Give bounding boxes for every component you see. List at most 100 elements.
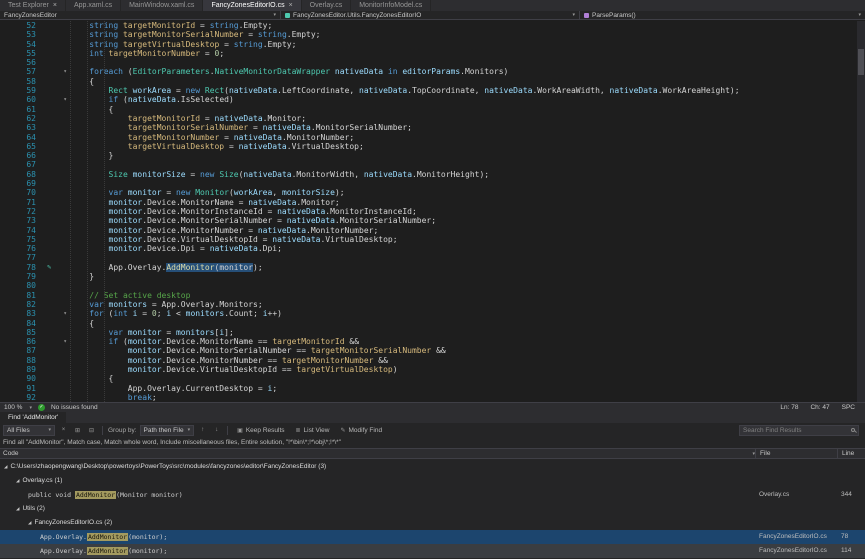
line-number[interactable]: 73	[0, 216, 44, 225]
code-line[interactable]: 63 targetMonitorSerialNumber = nativeDat…	[0, 123, 865, 132]
line-number[interactable]: 77	[0, 253, 44, 262]
code-line[interactable]: 83▾ for (int i = 0; i < monitors.Count; …	[0, 309, 865, 318]
line-number[interactable]: 59	[0, 86, 44, 95]
code-line[interactable]: 68 Size monitorSize = new Size(nativeDat…	[0, 170, 865, 179]
tab-fancyzoneseditorio-cs[interactable]: FancyZonesEditorIO.cs×	[203, 0, 301, 11]
code-line[interactable]: 81 // Set active desktop	[0, 291, 865, 300]
fold-chevron-icon[interactable]: ▾	[63, 67, 67, 76]
code-line[interactable]: 76 monitor.Device.Dpi = nativeData.Dpi;	[0, 244, 865, 253]
line-number[interactable]: 81	[0, 291, 44, 300]
code-line[interactable]: 84 {	[0, 319, 865, 328]
breadcrumb-member-dropdown[interactable]: ParseParams() ▾	[580, 11, 865, 19]
collapse-all-button[interactable]: ⊟	[86, 425, 97, 436]
line-number[interactable]: 69	[0, 179, 44, 188]
group-by-dropdown[interactable]: Path then File ▾	[140, 425, 195, 436]
editor-scrollbar[interactable]	[857, 21, 865, 402]
code-line[interactable]: 65 targetVirtualDesktop = nativeData.Vir…	[0, 142, 865, 151]
code-line[interactable]: 86▾ if (monitor.Device.MonitorName == ta…	[0, 337, 865, 346]
tab-app-xaml-cs[interactable]: App.xaml.cs	[66, 0, 121, 11]
line-number[interactable]: 87	[0, 346, 44, 355]
file-column-header[interactable]: File	[755, 449, 837, 458]
find-result-row[interactable]: App.Overlay.AddMonitor(monitor);FancyZon…	[0, 544, 865, 558]
tab-test-explorer[interactable]: Test Explorer×	[0, 0, 66, 11]
code-line[interactable]: 54 string targetVirtualDesktop = string.…	[0, 40, 865, 49]
line-number[interactable]: 63	[0, 123, 44, 132]
find-result-row[interactable]: ◢Utils (2)	[0, 502, 865, 516]
code-line[interactable]: 53 string targetMonitorSerialNumber = st…	[0, 30, 865, 39]
expander-icon[interactable]: ◢	[4, 460, 7, 474]
line-number[interactable]: 57	[0, 67, 44, 76]
code-column-header[interactable]: Code ▾	[0, 450, 755, 457]
previous-result-button[interactable]: ↑	[197, 425, 208, 436]
code-line[interactable]: 55 int targetMonitorNumber = 0;	[0, 49, 865, 58]
line-number[interactable]: 72	[0, 207, 44, 216]
breadcrumb-project-dropdown[interactable]: FancyZonesEditor ▾	[0, 11, 281, 19]
code-line[interactable]: 82 var monitors = App.Overlay.Monitors;	[0, 300, 865, 309]
line-number[interactable]: 68	[0, 170, 44, 179]
expander-icon[interactable]: ◢	[28, 516, 31, 530]
modify-find-button[interactable]: ✎ Modify Find	[336, 425, 386, 436]
line-number[interactable]: 76	[0, 244, 44, 253]
fold-chevron-icon[interactable]: ▾	[63, 309, 67, 318]
line-number[interactable]: 85	[0, 328, 44, 337]
code-line[interactable]: 75 monitor.Device.VirtualDesktopId = nat…	[0, 235, 865, 244]
tab-monitorinfomodel-cs[interactable]: MonitorInfoModel.cs	[351, 0, 431, 11]
expand-all-button[interactable]: ⊞	[72, 425, 83, 436]
code-line[interactable]: 57▾ foreach (EditorParameters.NativeMoni…	[0, 67, 865, 76]
line-number[interactable]: 78	[0, 263, 44, 272]
zoom-control[interactable]: 100 % ▾	[4, 404, 32, 411]
find-panel-tab[interactable]: Find 'AddMonitor'	[0, 412, 66, 423]
find-result-row[interactable]: ◢FancyZonesEditorIO.cs (2)	[0, 516, 865, 530]
scope-dropdown[interactable]: All Files ▾	[3, 425, 55, 436]
breadcrumb-type-dropdown[interactable]: FancyZonesEditor.Utils.FancyZonesEditorI…	[281, 11, 580, 19]
fold-chevron-icon[interactable]: ▾	[63, 337, 67, 346]
code-line[interactable]: 56	[0, 58, 865, 67]
line-number[interactable]: 67	[0, 160, 44, 169]
code-line[interactable]: 78✎ App.Overlay.AddMonitor(monitor);	[0, 263, 865, 272]
line-number[interactable]: 61	[0, 105, 44, 114]
line-number[interactable]: 65	[0, 142, 44, 151]
code-line[interactable]: 90 {	[0, 374, 865, 383]
close-icon[interactable]: ×	[289, 2, 293, 9]
line-number[interactable]: 82	[0, 300, 44, 309]
find-result-row[interactable]: App.Overlay.AddMonitor(monitor);FancyZon…	[0, 530, 865, 544]
line-number[interactable]: 70	[0, 188, 44, 197]
code-line[interactable]: 62 targetMonitorId = nativeData.Monitor;	[0, 114, 865, 123]
line-number[interactable]: 79	[0, 272, 44, 281]
expander-icon[interactable]: ◢	[16, 474, 19, 488]
code-editor[interactable]: 52 string targetMonitorId = string.Empty…	[0, 21, 865, 402]
line-column-header[interactable]: Line	[837, 449, 865, 458]
code-line[interactable]: 89 monitor.Device.VirtualDesktopId == ta…	[0, 365, 865, 374]
line-number[interactable]: 86	[0, 337, 44, 346]
code-line[interactable]: 77	[0, 253, 865, 262]
code-line[interactable]: 52 string targetMonitorId = string.Empty…	[0, 21, 865, 30]
fold-chevron-icon[interactable]: ▾	[63, 95, 67, 104]
code-line[interactable]: 70 var monitor = new Monitor(workArea, m…	[0, 188, 865, 197]
line-number[interactable]: 80	[0, 281, 44, 290]
scrollbar-thumb[interactable]	[858, 49, 864, 75]
keep-results-toggle[interactable]: ▣ Keep Results	[233, 425, 288, 436]
code-line[interactable]: 91 App.Overlay.CurrentDesktop = i;	[0, 384, 865, 393]
code-line[interactable]: 66 }	[0, 151, 865, 160]
find-result-row[interactable]: ◢Overlay.cs (1)	[0, 474, 865, 488]
line-number[interactable]: 71	[0, 198, 44, 207]
code-line[interactable]: 58 {	[0, 77, 865, 86]
code-line[interactable]: 74 monitor.Device.MonitorNumber = native…	[0, 226, 865, 235]
line-number[interactable]: 88	[0, 356, 44, 365]
line-number[interactable]: 56	[0, 58, 44, 67]
tab-mainwindow-xaml-cs[interactable]: MainWindow.xaml.cs	[121, 0, 203, 11]
line-number[interactable]: 92	[0, 393, 44, 402]
line-number[interactable]: 58	[0, 77, 44, 86]
code-line[interactable]: 73 monitor.Device.MonitorSerialNumber = …	[0, 216, 865, 225]
find-result-row[interactable]: ◢C:\Users\zhaopengwang\Desktop\powertoys…	[0, 460, 865, 474]
code-line[interactable]: 60▾ if (nativeData.IsSelected)	[0, 95, 865, 104]
clear-results-button[interactable]: ×	[58, 425, 69, 436]
line-number[interactable]: 53	[0, 30, 44, 39]
code-line[interactable]: 72 monitor.Device.MonitorInstanceId = na…	[0, 207, 865, 216]
expander-icon[interactable]: ◢	[16, 502, 19, 516]
code-line[interactable]: 59 Rect workArea = new Rect(nativeData.L…	[0, 86, 865, 95]
line-number[interactable]: 54	[0, 40, 44, 49]
code-line[interactable]: 67	[0, 160, 865, 169]
code-line[interactable]: 61 {	[0, 105, 865, 114]
line-number[interactable]: 62	[0, 114, 44, 123]
